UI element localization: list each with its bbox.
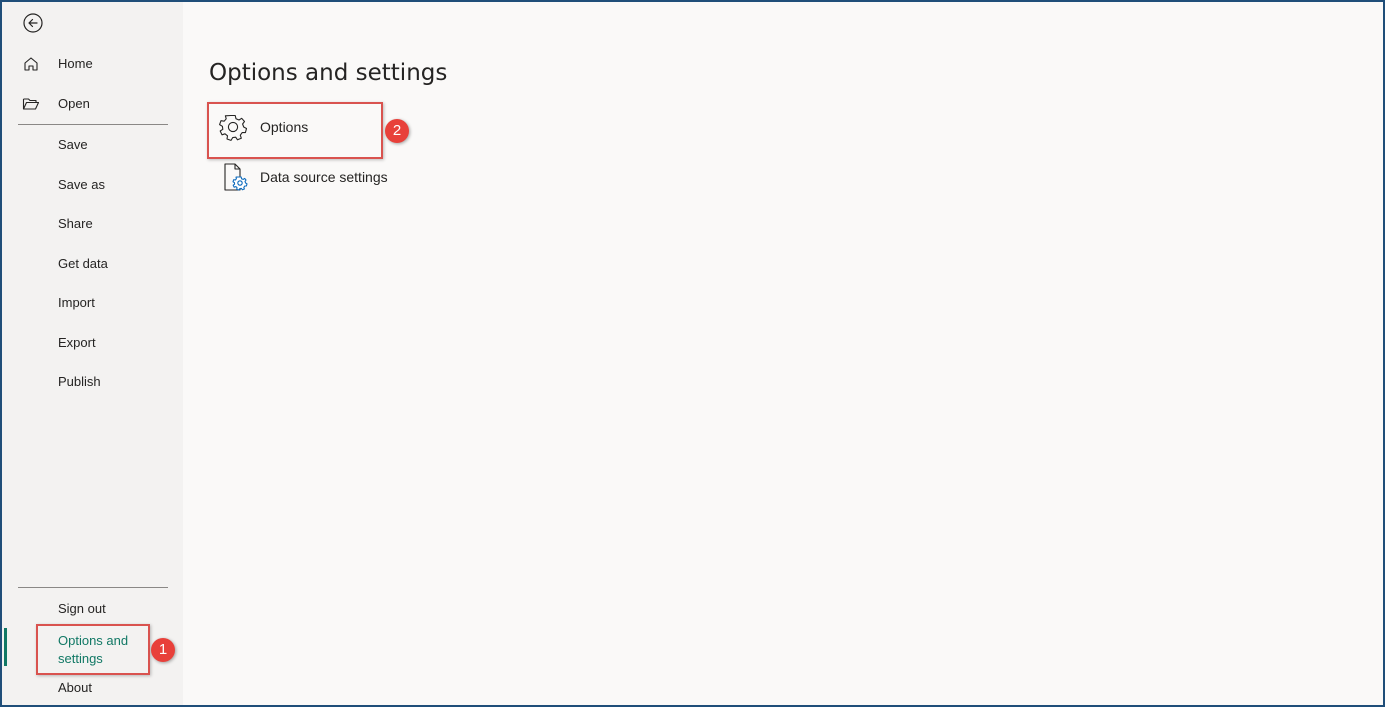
sidebar-item-label: About (58, 680, 92, 695)
options-item[interactable]: Options (218, 110, 368, 146)
sidebar-item-save[interactable]: Save (2, 127, 183, 163)
document-gear-icon (222, 160, 252, 199)
sidebar-item-options-and-settings[interactable]: Options and settings (42, 628, 152, 668)
data-source-settings-label: Data source settings (260, 169, 388, 185)
sidebar-item-sign-out[interactable]: Sign out (2, 591, 183, 627)
gear-icon (218, 110, 248, 147)
sidebar-item-publish[interactable]: Publish (2, 364, 183, 400)
sidebar-divider (18, 124, 168, 125)
sidebar: Home Open Save Save as Share Get data Im… (2, 2, 183, 705)
sidebar-item-label: Import (58, 295, 95, 310)
sidebar-item-label: Save as (58, 177, 105, 192)
sidebar-divider (18, 587, 168, 588)
sidebar-item-label: Get data (58, 256, 108, 271)
sidebar-item-export[interactable]: Export (2, 325, 183, 361)
sidebar-item-save-as[interactable]: Save as (2, 167, 183, 203)
folder-open-icon (22, 96, 40, 112)
sidebar-item-label: Publish (58, 374, 101, 389)
data-source-settings-item[interactable]: Data source settings (218, 160, 418, 196)
home-icon (22, 56, 40, 72)
app-window: Home Open Save Save as Share Get data Im… (0, 0, 1385, 707)
sidebar-item-label: Save (58, 137, 88, 152)
options-item-label: Options (260, 119, 309, 135)
sidebar-item-about[interactable]: About (2, 670, 183, 705)
sidebar-item-label: Options and settings (58, 633, 129, 666)
sidebar-item-home[interactable]: Home (2, 46, 183, 82)
active-indicator (4, 628, 7, 666)
sidebar-item-label: Open (58, 96, 90, 111)
sidebar-item-label: Share (58, 216, 93, 231)
sidebar-item-get-data[interactable]: Get data (2, 246, 183, 282)
annotation-badge: 1 (151, 638, 175, 662)
sidebar-item-share[interactable]: Share (2, 206, 183, 242)
sidebar-item-open[interactable]: Open (2, 86, 183, 122)
annotation-badge: 2 (385, 119, 409, 143)
sidebar-item-label: Sign out (58, 601, 106, 616)
sidebar-item-label: Export (58, 335, 96, 350)
back-button[interactable] (22, 12, 44, 34)
sidebar-item-label: Home (58, 56, 93, 71)
page-title: Options and settings (209, 60, 448, 86)
sidebar-item-import[interactable]: Import (2, 285, 183, 321)
arrow-left-circle-icon (23, 13, 43, 33)
